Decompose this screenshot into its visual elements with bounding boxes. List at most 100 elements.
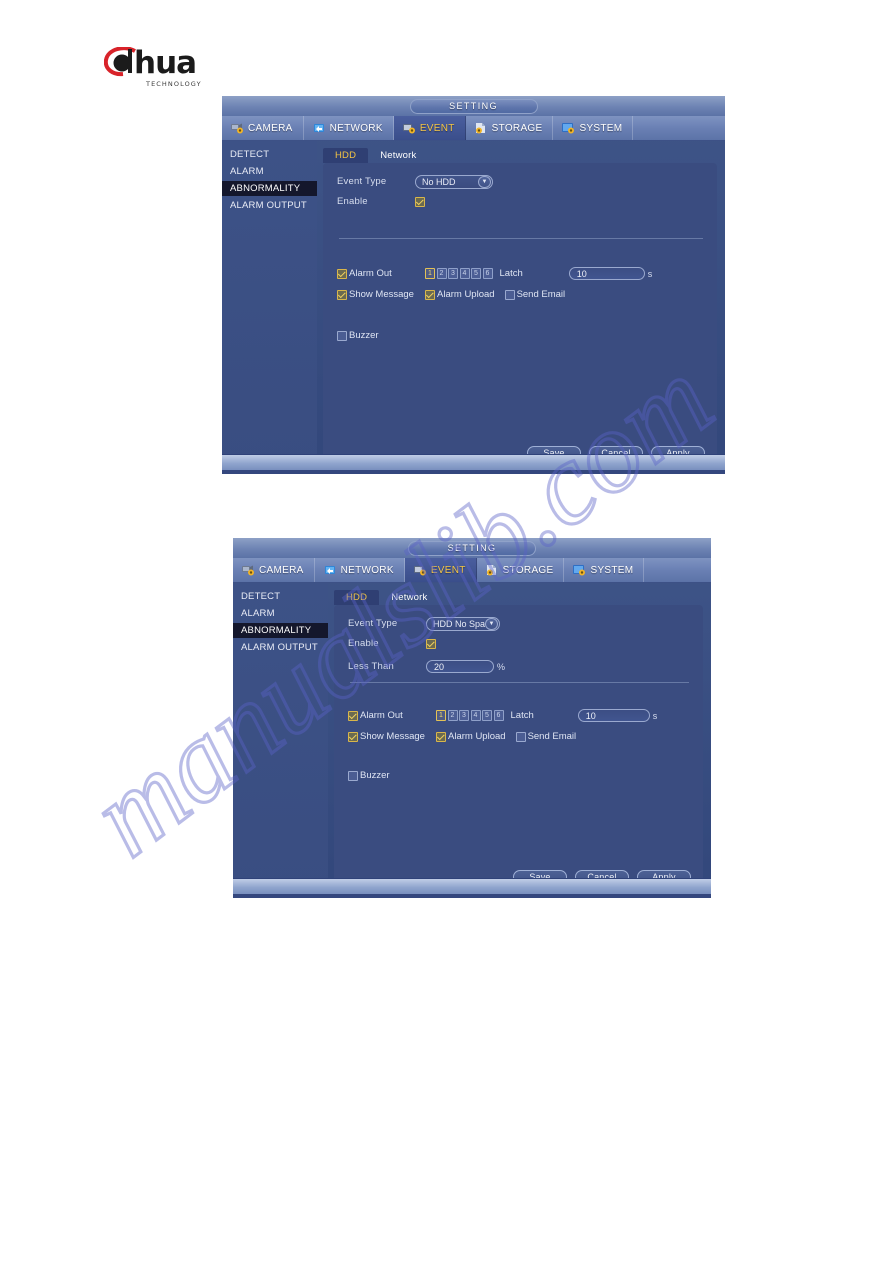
tab-label: EVENT [430, 564, 466, 576]
alarm-out-label: Alarm Out [360, 710, 403, 721]
alarm-upload-checkbox-wrap[interactable]: Alarm Upload [436, 731, 506, 742]
sidebar-item-alarm[interactable]: ALARM [233, 606, 328, 621]
latch-input[interactable]: 10 [577, 709, 650, 722]
tab-label: NETWORK [340, 564, 394, 576]
alarm-channel-chips[interactable]: 123456 [436, 710, 504, 721]
enable-row: Enable [337, 193, 705, 210]
enable-checkbox[interactable] [415, 196, 425, 207]
alarm-channel-5[interactable]: 5 [482, 710, 492, 721]
dialog-footer-edge [222, 470, 725, 474]
sidebar-item-alarm-output[interactable]: ALARM OUTPUT [222, 198, 317, 213]
send-email-checkbox-wrap[interactable]: Send Email [515, 731, 576, 742]
less-than-input[interactable]: 20 [426, 660, 494, 673]
camera-gear-icon [230, 122, 244, 134]
network-icon [312, 122, 326, 134]
alarm-channel-1[interactable]: 1 [425, 268, 435, 279]
show-message-checkbox-wrap[interactable]: Show Message [337, 289, 415, 300]
buzzer-checkbox-wrap[interactable]: Buzzer [337, 330, 379, 341]
tab-system[interactable]: SYSTEM [564, 558, 645, 582]
event-type-select[interactable]: HDD No Spac ▼ [426, 616, 500, 631]
tab-storage[interactable]: STORAGE [477, 558, 565, 582]
show-message-checkbox[interactable] [337, 289, 347, 300]
sidebar-item-alarm-output[interactable]: ALARM OUTPUT [233, 640, 328, 655]
subtab-hdd[interactable]: HDD [323, 148, 369, 163]
send-email-checkbox-wrap[interactable]: Send Email [504, 289, 565, 300]
alarm-channel-2[interactable]: 2 [436, 268, 447, 279]
chevron-down-icon[interactable]: ▼ [485, 617, 498, 630]
enable-label: Enable [337, 196, 368, 207]
tab-label: CAMERA [259, 564, 304, 576]
alarm-channel-3[interactable]: 3 [448, 268, 458, 279]
event-type-select[interactable]: No HDD ▼ [415, 174, 493, 189]
alarm-out-checkbox-wrap[interactable]: Alarm Out [337, 268, 415, 279]
tab-label: CAMERA [248, 122, 293, 134]
latch-unit: s [647, 268, 653, 279]
show-message-label: Show Message [360, 731, 425, 742]
sidebar-item-alarm[interactable]: ALARM [222, 164, 317, 179]
subtab-network[interactable]: Network [379, 590, 439, 605]
system-gear-icon [561, 122, 575, 134]
alarm-upload-label: Alarm Upload [437, 289, 495, 300]
setting-dialog-hdd-no-space: SETTING CAMERA NETWORK EVENT STORAGE SYSTEM … [233, 538, 711, 898]
alarm-channel-6[interactable]: 6 [493, 710, 504, 721]
alarm-channel-2[interactable]: 2 [447, 710, 458, 721]
tab-label: SYSTEM [579, 122, 623, 134]
sidebar: DETECT ALARM ABNORMALITY ALARM OUTPUT [233, 583, 328, 898]
settings-panel: Event Type HDD No Spac ▼ Enable Less Tha… [334, 605, 703, 895]
content-area: HDD Network Event Type HDD No Spac ▼ Enab… [328, 583, 711, 898]
sidebar-item-detect[interactable]: DETECT [233, 589, 328, 604]
alarm-out-checkbox[interactable] [348, 710, 358, 721]
event-type-row: Event Type No HDD ▼ [337, 173, 705, 190]
dahua-logo: hua TECHNOLOGY [104, 45, 274, 88]
show-message-checkbox-wrap[interactable]: Show Message [348, 731, 426, 742]
alarm-out-checkbox[interactable] [337, 268, 347, 279]
alarm-channel-1[interactable]: 1 [436, 710, 446, 721]
event-type-label: Event Type [337, 176, 387, 187]
sidebar-item-detect[interactable]: DETECT [222, 147, 317, 162]
tab-camera[interactable]: CAMERA [233, 558, 315, 582]
send-email-checkbox[interactable] [504, 289, 515, 300]
alarm-upload-checkbox-wrap[interactable]: Alarm Upload [425, 289, 495, 300]
alarm-channel-4[interactable]: 4 [470, 710, 481, 721]
alarm-channel-5[interactable]: 5 [471, 268, 481, 279]
latch-input[interactable]: 10 [568, 267, 645, 280]
send-email-checkbox[interactable] [515, 731, 526, 742]
subtab-network[interactable]: Network [368, 148, 428, 163]
enable-label: Enable [348, 638, 379, 649]
tab-network[interactable]: NETWORK [304, 116, 394, 140]
alarm-channel-3[interactable]: 3 [459, 710, 469, 721]
buzzer-row: Buzzer [337, 327, 705, 344]
alarm-channel-6[interactable]: 6 [482, 268, 493, 279]
event-type-value: No HDD [422, 176, 456, 187]
tab-system[interactable]: SYSTEM [553, 116, 634, 140]
enable-checkbox[interactable] [426, 638, 436, 649]
buzzer-label: Buzzer [360, 770, 390, 781]
chevron-down-icon[interactable]: ▼ [478, 175, 491, 188]
alarm-out-checkbox-wrap[interactable]: Alarm Out [348, 710, 426, 721]
sidebar-item-abnormality[interactable]: ABNORMALITY [233, 623, 328, 638]
alarm-upload-checkbox[interactable] [425, 289, 435, 300]
sidebar-item-abnormality[interactable]: ABNORMALITY [222, 181, 317, 196]
tab-storage[interactable]: STORAGE [466, 116, 554, 140]
tab-label: STORAGE [502, 564, 554, 576]
tab-network[interactable]: NETWORK [315, 558, 405, 582]
less-than-unit: % [497, 661, 506, 672]
logo-text: hua [134, 45, 197, 81]
tab-camera[interactable]: CAMERA [222, 116, 304, 140]
section-divider [350, 682, 689, 683]
show-message-checkbox[interactable] [348, 731, 358, 742]
subtab-hdd[interactable]: HDD [334, 590, 380, 605]
latch-unit: s [652, 710, 658, 721]
alarm-upload-checkbox[interactable] [436, 731, 446, 742]
alarm-channel-chips[interactable]: 123456 [425, 268, 493, 279]
tab-event[interactable]: EVENT [404, 558, 477, 582]
buzzer-checkbox-wrap[interactable]: Buzzer [348, 770, 390, 781]
alarm-channel-4[interactable]: 4 [459, 268, 470, 279]
system-gear-icon [572, 564, 586, 576]
buzzer-checkbox[interactable] [337, 330, 347, 341]
tab-label: SYSTEM [590, 564, 634, 576]
latch-value: 10 [585, 710, 596, 721]
event-type-value: HDD No Spac [433, 618, 490, 629]
buzzer-checkbox[interactable] [348, 770, 358, 781]
tab-event[interactable]: EVENT [393, 116, 466, 140]
